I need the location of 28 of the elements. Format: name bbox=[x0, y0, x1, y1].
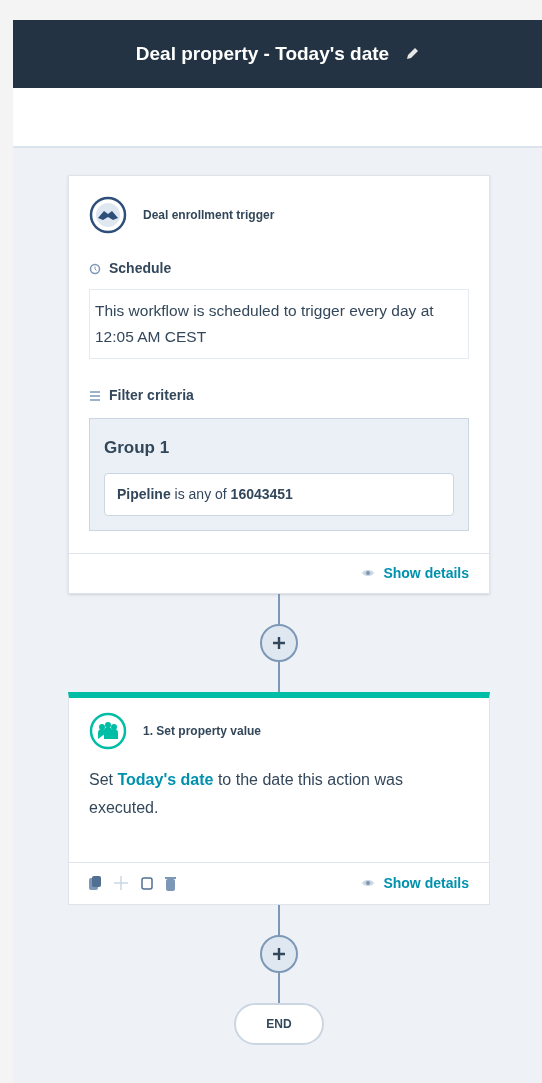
show-details-link[interactable]: Show details bbox=[361, 562, 469, 584]
action-card[interactable]: 1. Set property value Set Today's date to the date this action was executed. Show details bbox=[68, 691, 490, 905]
trigger-title: Deal enrollment trigger bbox=[143, 207, 275, 224]
eye-icon bbox=[361, 568, 376, 578]
section-label: Filter criteria bbox=[109, 386, 194, 405]
workflow-title: Deal property - Today's date bbox=[135, 41, 390, 66]
add-step-button[interactable] bbox=[260, 934, 298, 973]
pencil-icon[interactable] bbox=[405, 47, 420, 61]
group-title: Group 1 bbox=[104, 437, 171, 459]
end-node: END bbox=[234, 1002, 324, 1045]
trigger-card[interactable]: Deal enrollment trigger Schedule This workflow is scheduled to trigger every day at 12:05 AM CEST Filter criteria Group 1 Pipeline is any of 16043451 Show details bbox=[68, 175, 490, 594]
schedule-description: This workflow is scheduled to trigger every day at 12:05 AM CEST bbox=[89, 289, 469, 359]
clock-icon bbox=[89, 262, 101, 275]
trash-icon[interactable] bbox=[165, 875, 176, 891]
filter-icon bbox=[89, 389, 101, 402]
property-link[interactable]: Today's date bbox=[117, 770, 214, 788]
people-icon bbox=[89, 711, 127, 750]
eye-icon bbox=[361, 878, 376, 888]
plus-icon bbox=[272, 635, 286, 650]
section-label: Schedule bbox=[109, 259, 172, 278]
copy-icon[interactable] bbox=[89, 876, 101, 890]
action-title: 1. Set property value bbox=[143, 722, 262, 740]
filter-condition: Pipeline is any of 16043451 bbox=[104, 472, 454, 516]
action-description: Set Today's date to the date this action was executed. bbox=[89, 769, 404, 818]
show-details-link[interactable]: Show details bbox=[361, 872, 469, 894]
plus-icon bbox=[272, 946, 286, 961]
add-step-button[interactable] bbox=[260, 623, 298, 662]
clipboard-icon[interactable] bbox=[141, 876, 153, 890]
